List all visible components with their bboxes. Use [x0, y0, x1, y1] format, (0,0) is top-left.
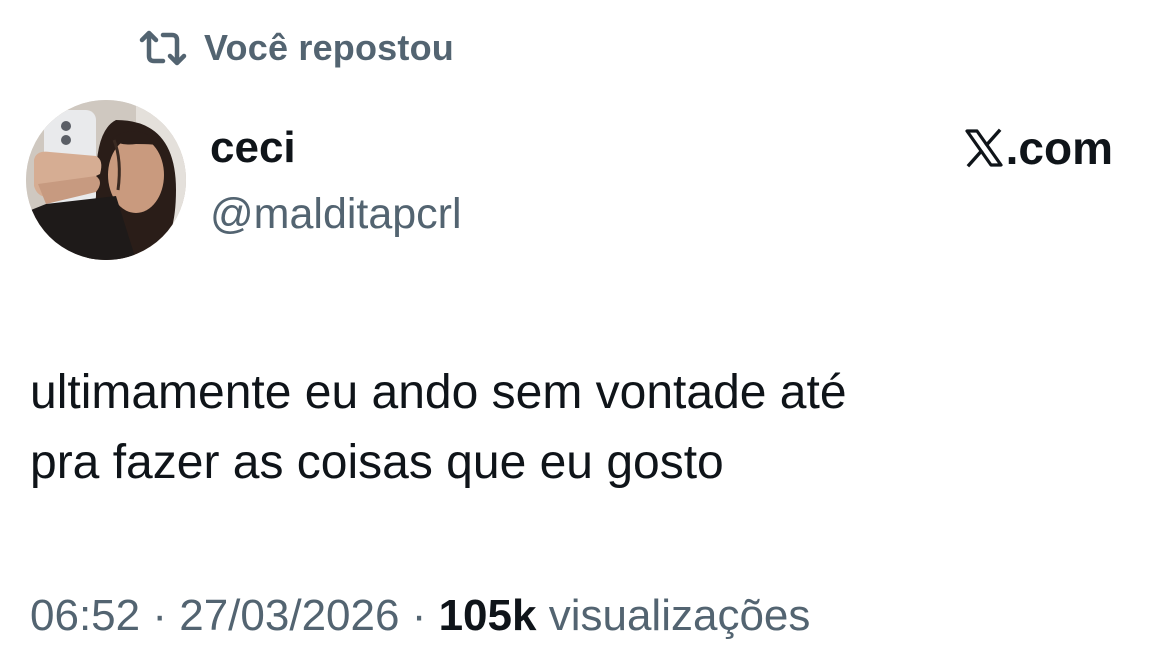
- views-count[interactable]: 105k: [439, 591, 537, 640]
- views-label: visualizações: [548, 591, 811, 640]
- tweet-text: ultimamente eu ando sem vontade até pra …: [30, 358, 1140, 498]
- brand-text: .com: [1005, 122, 1113, 174]
- avatar[interactable]: [26, 100, 186, 260]
- meta-separator: ·: [152, 591, 167, 640]
- tweet-line: pra fazer as coisas que eu gosto: [30, 436, 724, 489]
- tweet-time[interactable]: 06:52: [30, 591, 140, 640]
- repost-indicator[interactable]: Você repostou: [138, 24, 454, 72]
- tweet-date[interactable]: 27/03/2026: [179, 591, 399, 640]
- tweet-line: ultimamente eu ando sem vontade até: [30, 366, 847, 419]
- meta-separator: ·: [411, 591, 427, 640]
- author-handle[interactable]: @malditapcrl: [210, 188, 462, 240]
- repost-icon: [139, 30, 187, 66]
- brand-watermark: .com: [964, 122, 1113, 174]
- tweet-metadata: 06:52 · 27/03/2026 · 105k visualizações: [30, 588, 810, 644]
- profile-photo: [26, 100, 186, 260]
- author-display-name[interactable]: ceci: [210, 122, 296, 174]
- x-logo-icon: [965, 128, 1003, 168]
- repost-label: Você repostou: [204, 27, 454, 68]
